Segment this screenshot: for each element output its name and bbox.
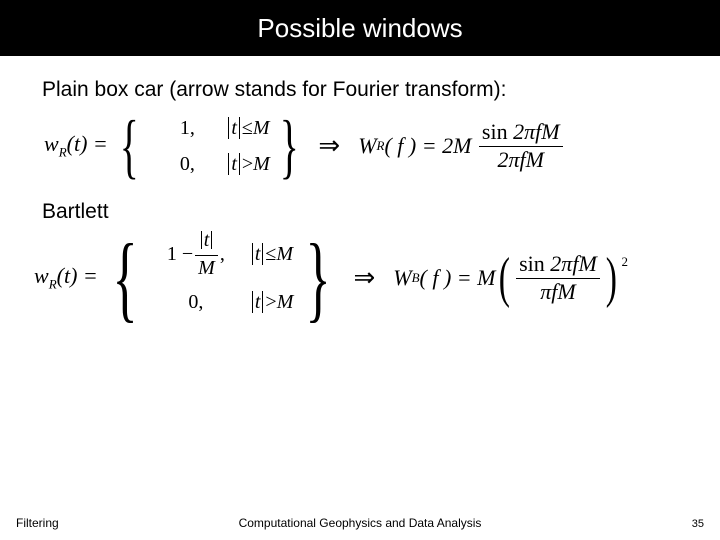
eq2-rhs: WB( f ) = M sin 2πfM πfM 2 [393, 250, 628, 306]
intro-bartlett: Bartlett [42, 200, 690, 224]
intro-boxcar: Plain box car (arrow stands for Fourier … [42, 78, 690, 102]
equation-boxcar: wR(t) = { 1, t ≤ M 0, t > M } ⇒ WR( f ) … [30, 110, 690, 182]
eq1-rhs: WR( f ) = 2M sin 2πfM 2πfM [358, 119, 564, 172]
implies-arrow: ⇒ [343, 263, 393, 293]
equation-bartlett: wR(t) = { 1 − t M , t ≤ M [30, 230, 690, 326]
eq2-lhs: wR(t) = [30, 263, 100, 292]
eq1-brace: { 1, t ≤ M 0, t > M } [110, 110, 309, 182]
page-number: 35 [544, 518, 704, 530]
slide-body: Plain box car (arrow stands for Fourier … [0, 56, 720, 326]
footer-center: Computational Geophysics and Data Analys… [176, 516, 544, 530]
title-bar: Possible windows [0, 0, 720, 56]
eq2-brace: { 1 − t M , t ≤ M 0, [100, 230, 344, 326]
footer-left: Filtering [16, 516, 176, 530]
implies-arrow: ⇒ [308, 131, 358, 161]
slide-footer: Filtering Computational Geophysics and D… [0, 516, 720, 530]
eq1-lhs: wR(t) = [30, 131, 110, 160]
slide-title: Possible windows [257, 13, 462, 44]
